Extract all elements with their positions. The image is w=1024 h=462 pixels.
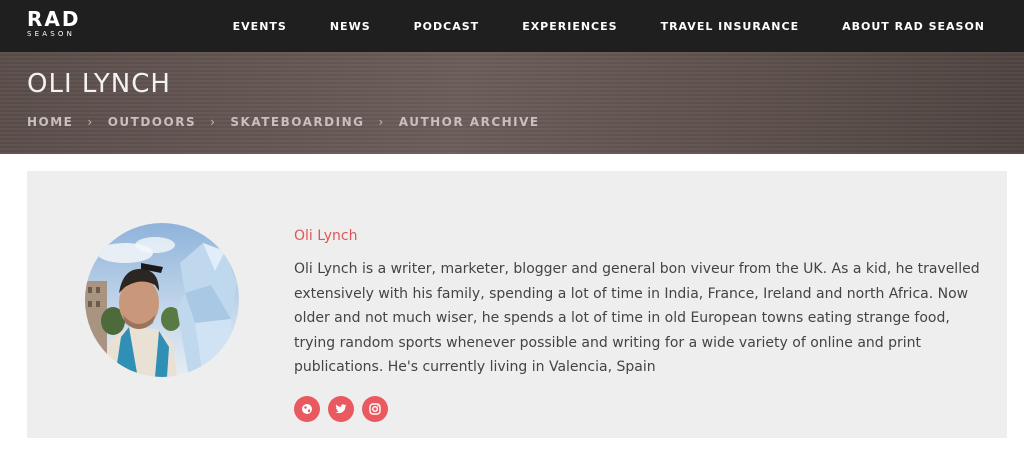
globe-icon[interactable] — [294, 396, 320, 422]
author-social-links — [294, 396, 396, 422]
instagram-icon[interactable] — [362, 396, 388, 422]
site-logo[interactable]: RAD SEASON — [27, 9, 80, 38]
logo-sub-text: SEASON — [27, 30, 76, 38]
breadcrumb-separator: › — [378, 115, 385, 129]
logo-main-text: RAD — [27, 7, 81, 31]
nav-item-news[interactable]: NEWS — [330, 20, 371, 33]
page-header-band: OLI LYNCH HOME › OUTDOORS › SKATEBOARDIN… — [0, 52, 1024, 154]
page-title: OLI LYNCH — [27, 69, 171, 99]
breadcrumb-author-archive: AUTHOR ARCHIVE — [398, 115, 540, 129]
top-navigation-bar: RAD SEASON EVENTS NEWS PODCAST EXPERIENC… — [0, 0, 1024, 52]
breadcrumb-skateboarding[interactable]: SKATEBOARDING — [230, 115, 364, 129]
nav-item-events[interactable]: EVENTS — [233, 20, 287, 33]
author-name-link[interactable]: Oli Lynch — [294, 228, 358, 244]
author-avatar — [85, 223, 239, 377]
nav-item-travel-insurance[interactable]: TRAVEL INSURANCE — [661, 20, 800, 33]
nav-item-about-rad-season[interactable]: ABOUT RAD SEASON — [842, 20, 985, 33]
twitter-icon[interactable] — [328, 396, 354, 422]
breadcrumb-separator: › — [210, 115, 217, 129]
author-card: Oli Lynch Oli Lynch is a writer, markete… — [27, 171, 1007, 438]
breadcrumb-separator: › — [87, 115, 94, 129]
main-nav: EVENTS NEWS PODCAST EXPERIENCES TRAVEL I… — [190, 0, 985, 52]
nav-item-podcast[interactable]: PODCAST — [414, 20, 480, 33]
breadcrumb-outdoors[interactable]: OUTDOORS — [108, 115, 196, 129]
author-bio: Oli Lynch is a writer, marketer, blogger… — [294, 261, 980, 375]
breadcrumb: HOME › OUTDOORS › SKATEBOARDING › AUTHOR… — [27, 115, 540, 129]
author-photo — [85, 223, 239, 377]
nav-item-experiences[interactable]: EXPERIENCES — [522, 20, 617, 33]
breadcrumb-home[interactable]: HOME — [27, 115, 73, 129]
